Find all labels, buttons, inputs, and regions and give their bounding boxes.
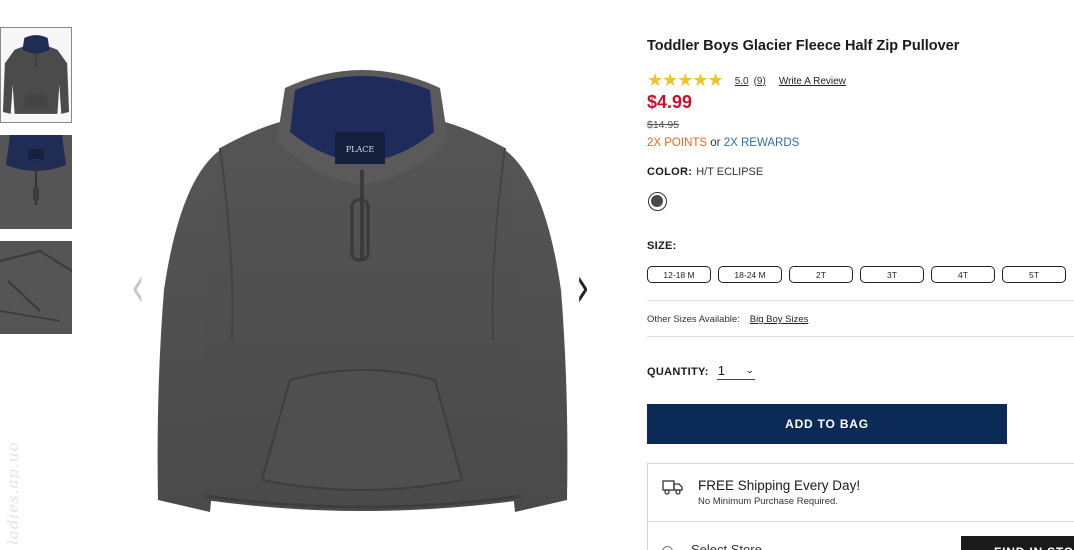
shipping-title: FREE Shipping Every Day! bbox=[698, 478, 861, 493]
thumbnail-collar-detail[interactable] bbox=[0, 135, 72, 229]
points-text: 2X POINTS bbox=[647, 137, 708, 149]
brand-label-logo: PLACE bbox=[346, 145, 375, 154]
quantity-label: QUANTITY: bbox=[647, 365, 709, 378]
store-radio[interactable] bbox=[662, 546, 673, 550]
thumbnail-collar-image bbox=[0, 135, 72, 229]
thumbnail-pocket-detail[interactable] bbox=[0, 241, 72, 334]
thumbnail-list bbox=[0, 27, 72, 334]
other-sizes-row: Other Sizes Available: Big Boy Sizes bbox=[647, 314, 808, 325]
size-option[interactable]: 12-18 M bbox=[647, 266, 711, 283]
size-option[interactable]: 5T bbox=[1002, 266, 1066, 283]
original-price: $14.95 bbox=[647, 119, 680, 131]
thumbnail-pocket-image bbox=[0, 241, 72, 334]
pullover-illustration: PLACE bbox=[157, 70, 568, 512]
shipping-truck-icon bbox=[662, 480, 683, 495]
points-rewards-text: 2X POINTS or 2X REWARDS bbox=[647, 137, 799, 149]
product-details-panel: Toddler Boys Glacier Fleece Half Zip Pul… bbox=[647, 0, 1074, 550]
add-to-bag-button[interactable]: ADD TO BAG bbox=[647, 404, 1007, 444]
size-option[interactable]: 4T bbox=[931, 266, 995, 283]
select-store-label[interactable]: Select Store bbox=[691, 542, 762, 550]
color-label: COLOR: bbox=[647, 166, 693, 178]
product-title: Toddler Boys Glacier Fleece Half Zip Pul… bbox=[647, 38, 960, 54]
watermark: ladies.ap.uo bbox=[4, 441, 22, 546]
color-value: H/T ECLIPSE bbox=[696, 166, 764, 178]
thumbnail-front[interactable] bbox=[0, 27, 72, 123]
size-option[interactable]: 2T bbox=[789, 266, 853, 283]
quantity-select[interactable]: 1 ⌄ bbox=[716, 363, 755, 380]
divider bbox=[648, 521, 1074, 522]
size-option[interactable]: 3T bbox=[860, 266, 924, 283]
rating-star-icon: ★★★★★ bbox=[647, 70, 724, 91]
find-in-store-button[interactable]: FIND IN STORE bbox=[961, 536, 1074, 550]
quantity-row: QUANTITY: 1 ⌄ bbox=[647, 363, 755, 380]
prev-image-chevron-left-icon[interactable]: ‹ bbox=[131, 259, 145, 317]
big-boy-sizes-link[interactable]: Big Boy Sizes bbox=[750, 314, 809, 325]
rating-value-link[interactable]: 5.0 bbox=[735, 76, 749, 87]
rating-row: ★★★★★ 5.0 (9) Write A Review bbox=[647, 72, 846, 90]
points-or-text: or bbox=[707, 137, 724, 149]
next-image-chevron-right-icon[interactable]: › bbox=[576, 259, 590, 317]
main-product-image: PLACE bbox=[150, 60, 575, 530]
size-options: 12-18 M 18-24 M 2T 3T 4T 5T bbox=[647, 266, 1066, 283]
rewards-text: 2X REWARDS bbox=[723, 137, 800, 149]
fulfillment-box: FREE Shipping Every Day! No Minimum Purc… bbox=[647, 463, 1074, 550]
shipping-subtitle: No Minimum Purchase Required. bbox=[698, 496, 838, 507]
write-review-link[interactable]: Write A Review bbox=[779, 76, 846, 87]
thumbnail-front-image bbox=[1, 28, 71, 122]
size-label: SIZE: bbox=[647, 240, 677, 252]
color-row: COLOR: H/T ECLIPSE bbox=[647, 166, 763, 178]
quantity-value: 1 bbox=[717, 363, 726, 378]
divider bbox=[647, 336, 1074, 337]
color-swatch[interactable] bbox=[648, 192, 667, 211]
divider bbox=[647, 300, 1074, 301]
sale-price: $4.99 bbox=[647, 92, 693, 112]
size-option[interactable]: 18-24 M bbox=[718, 266, 782, 283]
chevron-down-icon: ⌄ bbox=[745, 365, 755, 376]
rating-count-link[interactable]: (9) bbox=[754, 76, 766, 87]
other-sizes-label: Other Sizes Available: bbox=[647, 314, 740, 325]
